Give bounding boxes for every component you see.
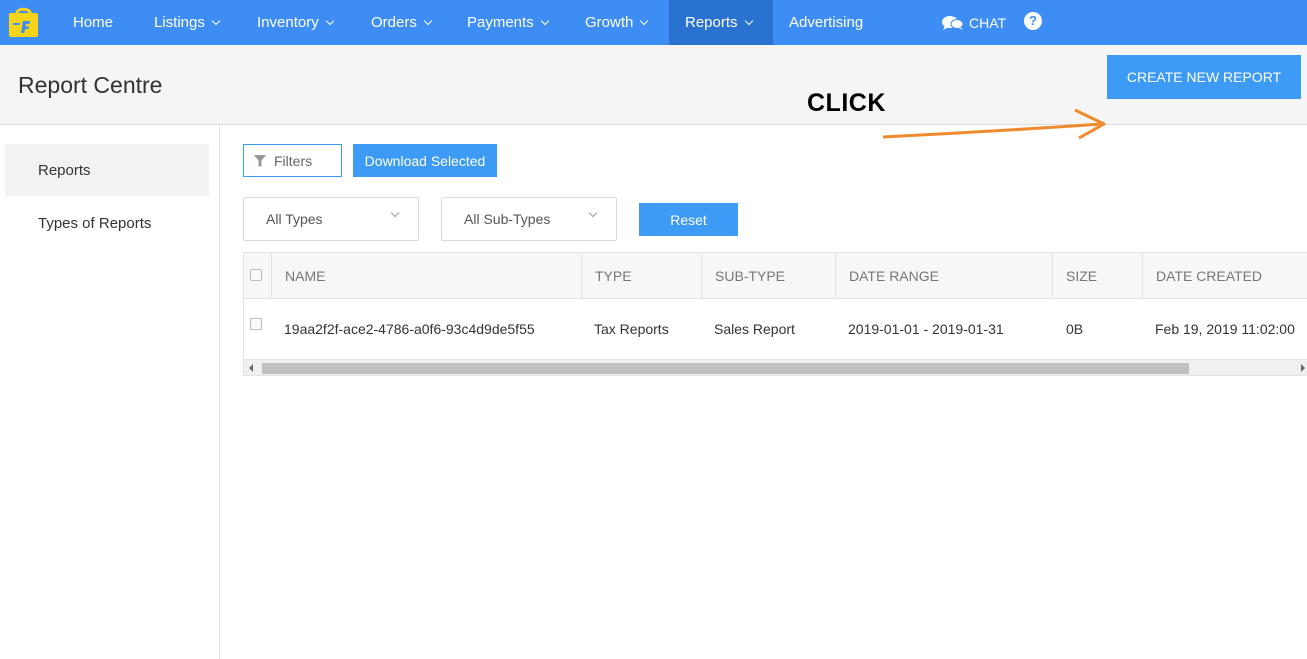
select-all-checkbox[interactable]: [250, 269, 262, 281]
nav-inventory[interactable]: Inventory: [241, 0, 349, 45]
nav-reports-label: Reports: [685, 14, 738, 31]
download-selected-button[interactable]: Download Selected: [353, 144, 497, 177]
column-header-name[interactable]: NAME: [272, 253, 582, 299]
cell-size: 0B: [1066, 321, 1084, 337]
reset-button[interactable]: Reset: [639, 203, 738, 236]
sidebar-item-label: Reports: [38, 161, 91, 179]
horizontal-scrollbar[interactable]: [244, 359, 1307, 375]
scrollbar-thumb[interactable]: [262, 363, 1189, 374]
scroll-right-arrow-icon[interactable]: [1301, 364, 1305, 372]
nav-orders-label: Orders: [371, 14, 417, 31]
nav-home-label: Home: [73, 14, 114, 31]
sidebar-item-reports[interactable]: Reports: [5, 144, 209, 196]
filters-button[interactable]: Filters: [243, 144, 342, 177]
column-header-subtype[interactable]: SUB-TYPE: [702, 253, 836, 299]
nav-inventory-label: Inventory: [257, 14, 319, 31]
chat-bubbles-icon: [942, 15, 964, 30]
select-all-cell: [244, 253, 272, 299]
column-header-date-created[interactable]: DATE CREATED: [1143, 253, 1307, 299]
nav-advertising[interactable]: Advertising: [773, 0, 879, 45]
chevron-down-icon: [423, 16, 433, 25]
chevron-down-icon: [325, 16, 334, 25]
cell-date-created: Feb 19, 2019 11:02:00: [1155, 321, 1295, 337]
chat-button[interactable]: CHAT: [942, 0, 1006, 45]
annotation-arrow-icon: [882, 108, 1106, 140]
cell-type: Tax Reports: [594, 321, 669, 337]
chevron-down-icon: [390, 208, 400, 218]
chat-label: CHAT: [969, 14, 1007, 31]
cell-name: 19aa2f2f-ace2-4786-a0f6-93c4d9de5f55: [284, 321, 535, 337]
create-new-report-button[interactable]: CREATE NEW REPORT: [1107, 55, 1301, 99]
chevron-down-icon: [588, 208, 598, 218]
table-header: NAME TYPE SUB-TYPE DATE RANGE SIZE DATE …: [244, 253, 1307, 299]
page-title: Report Centre: [18, 72, 163, 98]
cell-subtype: Sales Report: [714, 321, 795, 337]
type-select[interactable]: All Types: [243, 197, 419, 241]
column-header-date-range[interactable]: DATE RANGE: [836, 253, 1053, 299]
nav-listings-label: Listings: [154, 14, 205, 31]
filter-funnel-icon: [254, 154, 266, 167]
nav-growth[interactable]: Growth: [569, 0, 663, 45]
cell-date-range: 2019-01-01 - 2019-01-31: [848, 321, 1004, 337]
sidebar: Reports Types of Reports: [0, 125, 220, 659]
filters-label: Filters: [274, 152, 313, 169]
nav-home[interactable]: Home: [57, 0, 129, 45]
row-checkbox[interactable]: [250, 318, 262, 330]
scroll-left-arrow-icon[interactable]: [249, 364, 253, 372]
column-header-type[interactable]: TYPE: [582, 253, 702, 299]
nav-advertising-label: Advertising: [789, 14, 864, 31]
top-navbar: Home Listings Inventory Orders Payments …: [0, 0, 1307, 45]
click-annotation: CLICK: [807, 89, 886, 117]
nav-listings[interactable]: Listings: [138, 0, 235, 45]
subtype-select-value: All Sub-Types: [464, 211, 551, 227]
nav-reports[interactable]: Reports: [669, 0, 773, 45]
chevron-down-icon: [640, 16, 649, 25]
chevron-down-icon: [540, 16, 549, 25]
chevron-down-icon: [211, 16, 221, 25]
help-icon[interactable]: ?: [1024, 12, 1042, 30]
nav-orders[interactable]: Orders: [355, 0, 447, 45]
type-select-value: All Types: [266, 211, 323, 227]
sidebar-item-label: Types of Reports: [38, 214, 152, 232]
subtype-select[interactable]: All Sub-Types: [441, 197, 617, 241]
nav-payments-label: Payments: [467, 14, 534, 31]
column-header-size[interactable]: SIZE: [1053, 253, 1143, 299]
nav-growth-label: Growth: [585, 14, 634, 31]
reports-table: NAME TYPE SUB-TYPE DATE RANGE SIZE DATE …: [243, 252, 1307, 376]
nav-payments[interactable]: Payments: [451, 0, 564, 45]
chevron-down-icon: [744, 16, 753, 25]
page-header: Report Centre CREATE NEW REPORT CLICK: [0, 45, 1307, 140]
flipkart-logo-icon[interactable]: [7, 7, 40, 38]
sidebar-item-types-of-reports[interactable]: Types of Reports: [5, 197, 209, 249]
